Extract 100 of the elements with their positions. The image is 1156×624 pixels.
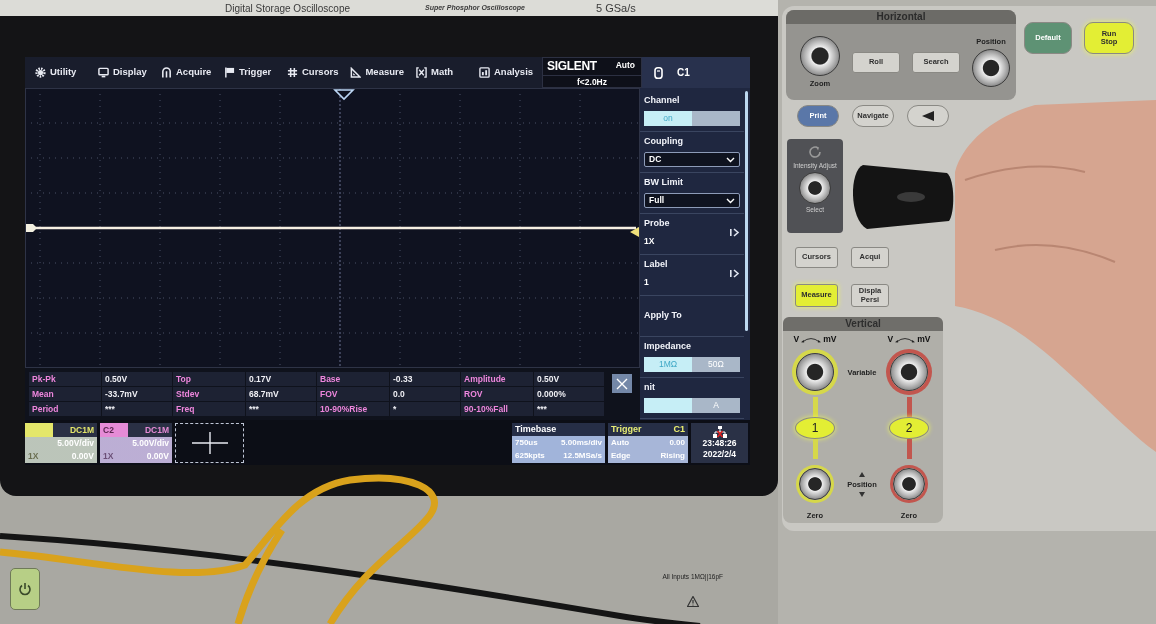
- channel-button[interactable]: 1: [795, 417, 835, 439]
- side-menu-label: Impedance: [644, 340, 693, 352]
- frequency-readout: f<2.0Hz: [576, 75, 608, 89]
- measurement-value: 0.17V: [246, 372, 316, 386]
- up-triangle-icon: [859, 471, 865, 477]
- rotary-knob[interactable]: [796, 353, 834, 391]
- plus-icon: [191, 431, 228, 454]
- channel-marker-icon: [26, 224, 37, 232]
- channel-button[interactable]: 2: [889, 417, 929, 439]
- measurement-value: 0.50V: [534, 372, 604, 386]
- date-value: 2022/2/4: [702, 448, 737, 460]
- section-title: Vertical: [783, 317, 943, 331]
- arc-arrow-icon: [895, 335, 916, 343]
- measurement-label: Top: [173, 372, 245, 386]
- measurement-value: 0.0: [390, 387, 460, 401]
- sample-rate-value: 12.5MSa/s: [562, 449, 602, 462]
- side-menu-value: 1: [644, 276, 650, 289]
- network-disconnected-icon: [712, 425, 727, 438]
- menu-bar-item[interactable]: Display: [90, 57, 153, 88]
- measurement-label: Pk-Pk: [29, 372, 101, 386]
- side-menu-label: nit: [644, 381, 656, 393]
- scrollbar[interactable]: [745, 91, 748, 331]
- timebase-panel[interactable]: Timebase 750us 5.00ms/div 625kpts 12.5MSa/s: [512, 422, 605, 463]
- side-menu-label: Coupling: [644, 135, 684, 147]
- gear-icon: [35, 67, 46, 78]
- rotary-knob[interactable]: [799, 172, 831, 204]
- timebase-value: 5.00ms/div: [561, 436, 602, 449]
- close-icon: [616, 377, 628, 390]
- trigger-mode-label: Auto: [615, 59, 635, 72]
- rotary-knob[interactable]: [799, 468, 831, 500]
- coupling-label: DC1M: [143, 423, 170, 437]
- submenu-arrow-icon[interactable]: [730, 227, 740, 237]
- offset-value: 0.00V: [145, 449, 170, 463]
- menu-bar-item[interactable]: Measure: [342, 57, 408, 88]
- trigger-level-value: 0.00: [668, 436, 685, 449]
- rotary-knob[interactable]: [972, 49, 1010, 87]
- capsule-icon: [654, 66, 663, 79]
- triangle-ruler-icon: [350, 67, 362, 78]
- bar-chart-icon: [479, 67, 490, 78]
- measurement-value: ***: [246, 402, 316, 416]
- toggle-option[interactable]: [644, 398, 692, 413]
- measurement-label: ROV: [461, 387, 533, 401]
- channel-info-panel[interactable]: C2 DC1M 5.00V/div 1X 0.00V: [100, 422, 172, 463]
- hardware-button[interactable]: [907, 105, 949, 127]
- measurement-label: Base: [317, 372, 389, 386]
- warning-icon: [686, 595, 699, 607]
- measurement-label: FOV: [317, 387, 389, 401]
- measurement-value: -33.7mV: [102, 387, 172, 401]
- side-menu-label: Probe: [644, 217, 670, 229]
- knob-label: mV: [917, 333, 931, 345]
- knob-label: mV: [823, 333, 837, 345]
- section-title: Horizontal: [786, 10, 1016, 24]
- channel-tag: C2: [100, 422, 128, 437]
- menu-bar-item[interactable]: Analysis: [471, 57, 538, 88]
- dropdown[interactable]: DC: [644, 152, 740, 167]
- menu-bar-item[interactable]: Math: [408, 57, 471, 88]
- panel-title: Trigger: [611, 422, 643, 436]
- measurement-value: 0.50V: [102, 372, 172, 386]
- power-icon: [18, 582, 32, 596]
- chevron-down-icon: [726, 197, 735, 204]
- arch-icon: [161, 67, 172, 78]
- brand-logo: SIGLENT: [547, 57, 597, 75]
- left-triangle-icon: [922, 111, 934, 121]
- trigger-type-value: Edge: [611, 449, 632, 462]
- menu-bar-item[interactable]: Cursors: [279, 57, 343, 88]
- sample-rate-label: 5 GSa/s: [596, 0, 636, 16]
- menu-bar-item[interactable]: Trigger: [216, 57, 279, 88]
- down-triangle-icon: [859, 491, 865, 497]
- toggle-option[interactable]: [692, 111, 740, 126]
- measurement-label: Period: [29, 402, 101, 416]
- rotary-knob[interactable]: [893, 468, 925, 500]
- menu-bar-item[interactable]: Utility: [25, 57, 90, 88]
- side-menu-label[interactable]: Apply To: [644, 309, 740, 321]
- chevron-down-icon: [726, 156, 735, 163]
- menu-bar-item[interactable]: Acquire: [153, 57, 216, 88]
- volts-per-div-value: 5.00V/div: [56, 436, 95, 450]
- close-button[interactable]: [612, 374, 632, 393]
- channel-info-panel[interactable]: DC1M 5.00V/div 1X 0.00V: [25, 422, 97, 463]
- offset-value: 0.00V: [70, 449, 95, 463]
- rotary-knob[interactable]: [800, 36, 840, 76]
- time-value: 23:48:26: [702, 437, 737, 449]
- submenu-arrow-icon[interactable]: [730, 268, 740, 278]
- side-menu-value: 1X: [644, 235, 656, 248]
- knob-label: V: [887, 333, 894, 345]
- trigger-panel[interactable]: Trigger C1 Auto 0.00 Edge Rising: [608, 422, 688, 463]
- rotary-knob[interactable]: [890, 353, 928, 391]
- arc-arrow-icon: [801, 335, 822, 343]
- power-button[interactable]: [10, 568, 40, 610]
- coupling-label: DC1M: [68, 423, 95, 437]
- measurement-value: 68.7mV: [246, 387, 316, 401]
- dropdown[interactable]: Full: [644, 193, 740, 208]
- side-menu-title: C1: [677, 66, 690, 80]
- measurement-value: *: [390, 402, 460, 416]
- add-button[interactable]: [175, 422, 244, 463]
- measurement-label: 90-10%Fall: [461, 402, 533, 416]
- measurement-value: ***: [534, 402, 604, 416]
- measurement-label: Freq: [173, 402, 245, 416]
- trigger-source-label: C1: [672, 422, 685, 436]
- knob-label: V: [793, 333, 800, 345]
- measurement-value: ***: [102, 402, 172, 416]
